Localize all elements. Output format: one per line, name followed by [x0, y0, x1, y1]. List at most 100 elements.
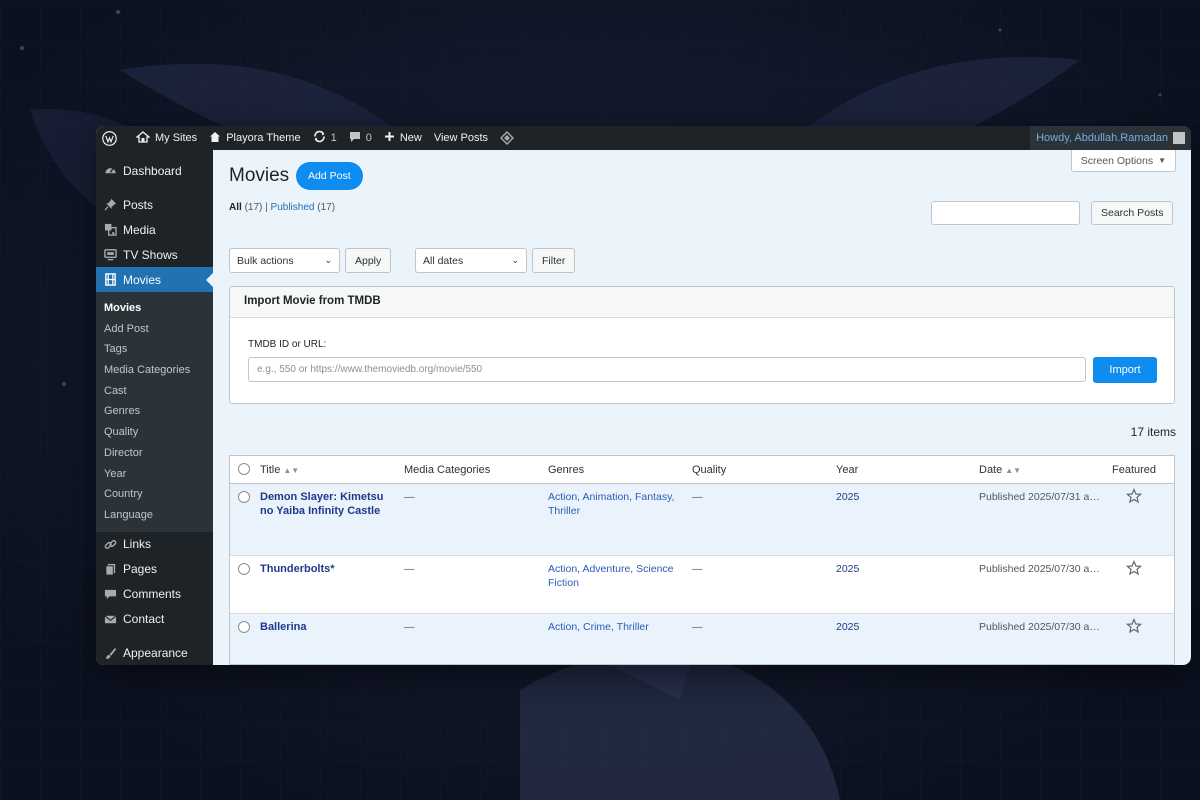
- sidebar-item-contact[interactable]: Contact: [96, 607, 213, 632]
- link-icon: [103, 537, 117, 551]
- star-icon[interactable]: [1125, 559, 1143, 580]
- select-all-checkbox[interactable]: [238, 463, 250, 475]
- sidebar-item-comments[interactable]: Comments: [96, 582, 213, 607]
- column-quality: Quality: [692, 464, 727, 476]
- submenu-tags[interactable]: Tags: [96, 339, 213, 360]
- pin-icon: [103, 198, 117, 212]
- star-icon[interactable]: [1125, 487, 1143, 508]
- comments-menu[interactable]: 0: [343, 126, 378, 150]
- submenu-director[interactable]: Director: [96, 443, 213, 464]
- row-checkbox[interactable]: [238, 491, 250, 503]
- my-account-menu[interactable]: Howdy, Abdullah.Ramadan: [1030, 126, 1191, 150]
- view-posts-link[interactable]: View Posts: [428, 126, 494, 150]
- avatar: [1173, 132, 1185, 144]
- sidebar-item-label: Links: [123, 537, 152, 552]
- movie-title-link[interactable]: Thunderbolts*: [260, 562, 390, 576]
- page-title: Movies: [229, 165, 290, 186]
- sidebar-item-label: Pages: [123, 562, 158, 577]
- my-sites-menu[interactable]: My Sites: [130, 126, 203, 150]
- sidebar-item-links[interactable]: Links: [96, 532, 213, 557]
- sidebar-item-posts[interactable]: Posts: [96, 192, 213, 217]
- year-link[interactable]: 2025: [836, 490, 859, 504]
- row-checkbox[interactable]: [238, 563, 250, 575]
- quality-cell: —: [692, 491, 703, 503]
- date-cell: Published 2025/07/31 at ...: [979, 491, 1102, 503]
- genres-links[interactable]: Action, Animation, Fantasy, Thriller: [548, 490, 683, 518]
- submenu-cast[interactable]: Cast: [96, 381, 213, 402]
- site-name-menu[interactable]: Playora Theme: [203, 126, 306, 150]
- comments-count: 0: [365, 132, 372, 144]
- date-cell: Published 2025/07/30 at ...: [979, 621, 1102, 633]
- bulk-actions-value: Bulk actions: [237, 254, 294, 267]
- table-row: Ballerina — Action, Crime, Thriller — 20…: [230, 614, 1174, 664]
- dates-filter-value: All dates: [423, 254, 464, 267]
- brush-icon: [103, 646, 117, 660]
- home-icon: [209, 131, 226, 146]
- movies-submenu: Movies Add Post Tags Media Categories Ca…: [96, 292, 213, 532]
- sidebar-item-dashboard[interactable]: Dashboard: [96, 158, 213, 183]
- submenu-movies[interactable]: Movies: [96, 298, 213, 319]
- sidebar-item-label: Media: [123, 222, 156, 237]
- submenu-quality[interactable]: Quality: [96, 422, 213, 443]
- main-content: Screen Options ▼ Movies Add Post All (17…: [213, 150, 1191, 665]
- import-button[interactable]: Import: [1093, 357, 1157, 383]
- media-categories-cell: —: [404, 491, 415, 503]
- plus-icon: [384, 131, 400, 145]
- submenu-media-categories[interactable]: Media Categories: [96, 360, 213, 381]
- movie-title-link[interactable]: Ballerina: [260, 620, 390, 634]
- movie-title-link[interactable]: Demon Slayer: Kimetsu no Yaiba Infinity …: [260, 490, 390, 518]
- screen-options-button[interactable]: Screen Options ▼: [1070, 150, 1176, 172]
- sidebar-item-pages[interactable]: Pages: [96, 557, 213, 582]
- add-post-button[interactable]: Add Post: [296, 162, 363, 190]
- table-row: Demon Slayer: Kimetsu no Yaiba Infinity …: [230, 484, 1174, 556]
- genres-links[interactable]: Action, Adventure, Science Fiction: [548, 562, 683, 590]
- submenu-genres[interactable]: Genres: [96, 401, 213, 422]
- new-content-menu[interactable]: New: [378, 126, 428, 150]
- bulk-actions-select[interactable]: Bulk actions ⌄: [229, 248, 340, 273]
- comment-icon: [103, 587, 117, 601]
- sort-icon: ▲▼: [283, 466, 300, 475]
- admin-sidebar: Dashboard Posts Media TV Shows Movies Mo…: [96, 150, 213, 665]
- column-year: Year: [836, 464, 859, 476]
- sidebar-item-media[interactable]: Media: [96, 217, 213, 242]
- search-posts-button[interactable]: Search Posts: [1091, 201, 1174, 225]
- year-link[interactable]: 2025: [836, 620, 859, 634]
- film-icon: [103, 273, 117, 287]
- search-input[interactable]: [931, 201, 1080, 225]
- views-separator: |: [265, 202, 268, 213]
- sidebar-item-appearance[interactable]: Appearance: [96, 641, 213, 665]
- admin-bar: My Sites Playora Theme 1 0 New View Post…: [96, 126, 1191, 150]
- view-published-link[interactable]: Published: [271, 202, 315, 213]
- column-date[interactable]: Date ▲▼: [979, 464, 1021, 476]
- sidebar-item-tv-shows[interactable]: TV Shows: [96, 242, 213, 267]
- mail-icon: [103, 612, 117, 626]
- submenu-year[interactable]: Year: [96, 464, 213, 485]
- sidebar-item-label: Appearance: [123, 646, 188, 661]
- column-title[interactable]: Title ▲▼: [260, 464, 299, 476]
- submenu-language[interactable]: Language: [96, 505, 213, 526]
- plugin-diamond-icon[interactable]: [494, 126, 525, 150]
- star-icon[interactable]: [1125, 617, 1143, 638]
- table-header: Title ▲▼ Media Categories Genres Quality …: [230, 456, 1174, 484]
- sidebar-item-label: TV Shows: [123, 247, 178, 262]
- row-checkbox[interactable]: [238, 621, 250, 633]
- apply-button[interactable]: Apply: [345, 248, 392, 273]
- sidebar-item-label: Dashboard: [123, 163, 182, 178]
- browser-frame: My Sites Playora Theme 1 0 New View Post…: [96, 126, 1191, 665]
- comments-icon: [349, 131, 366, 146]
- view-all-link[interactable]: All: [229, 202, 242, 213]
- sidebar-item-movies[interactable]: Movies: [96, 267, 213, 292]
- view-published-count: (17): [317, 202, 336, 213]
- year-link[interactable]: 2025: [836, 562, 859, 576]
- filter-button[interactable]: Filter: [532, 248, 576, 273]
- screen-options-label: Screen Options: [1080, 154, 1154, 167]
- dates-filter-select[interactable]: All dates ⌄: [415, 248, 527, 273]
- submenu-add-post[interactable]: Add Post: [96, 319, 213, 340]
- quality-cell: —: [692, 563, 703, 575]
- genres-links[interactable]: Action, Crime, Thriller: [548, 620, 683, 634]
- submenu-country[interactable]: Country: [96, 484, 213, 505]
- tmdb-id-input[interactable]: [248, 357, 1086, 382]
- updates-menu[interactable]: 1: [307, 126, 343, 150]
- import-panel-heading: Import Movie from TMDB: [230, 287, 1174, 318]
- wordpress-logo-icon[interactable]: [96, 126, 130, 150]
